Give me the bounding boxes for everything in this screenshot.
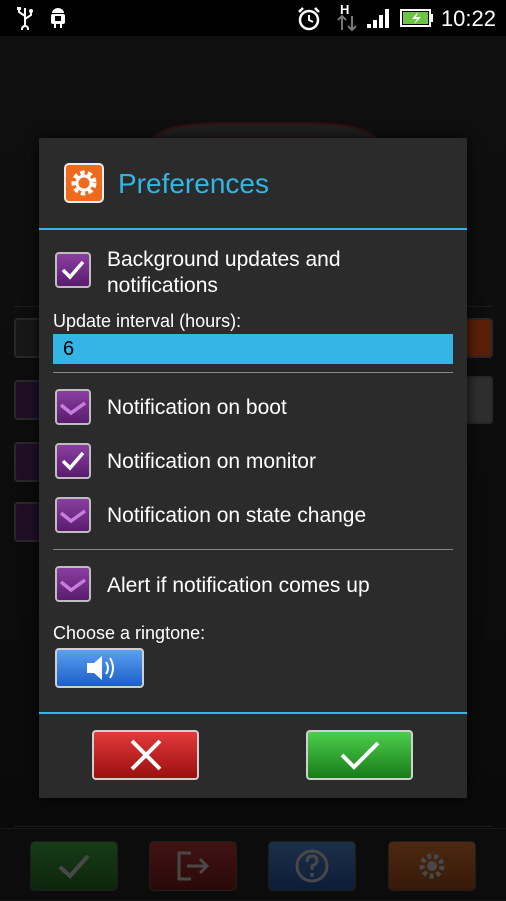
- clock: 10:22: [440, 6, 496, 31]
- status-bar: H 10:22: [0, 0, 506, 36]
- usb-icon: [14, 6, 36, 35]
- preferences-dialog: Preferences Background updates and notif…: [39, 138, 467, 798]
- check-icon: [61, 260, 85, 280]
- alert-notification-checkbox[interactable]: [55, 566, 91, 602]
- alarm-icon: [296, 6, 322, 37]
- network-type-label: H: [340, 2, 350, 17]
- background-updates-checkbox[interactable]: [55, 252, 91, 288]
- notification-state-change-label: Notification on state change: [107, 504, 367, 527]
- title-divider: [39, 228, 467, 230]
- gear-icon: [64, 163, 104, 203]
- update-interval-label: Update interval (hours):: [53, 311, 242, 331]
- check-icon: [59, 509, 87, 524]
- ringtone-label: Choose a ringtone:: [53, 623, 206, 643]
- notification-boot-label: Notification on boot: [107, 396, 287, 419]
- check-icon: [59, 401, 87, 416]
- hspa-data-icon: H: [336, 2, 358, 39]
- ringtone-button[interactable]: [55, 648, 144, 688]
- check-icon: [61, 451, 85, 471]
- speaker-icon: [87, 656, 114, 680]
- notification-state-change-checkbox[interactable]: [55, 497, 91, 533]
- background-updates-label: Background updates and notifications: [107, 248, 341, 297]
- battery-charging-icon: [400, 9, 434, 32]
- cancel-button[interactable]: [92, 730, 199, 780]
- close-icon: [130, 739, 161, 771]
- section-divider: [53, 372, 453, 373]
- alert-notification-label: Alert if notification comes up: [107, 574, 370, 597]
- check-icon: [340, 741, 379, 770]
- notification-monitor-label: Notification on monitor: [107, 450, 316, 473]
- notification-boot-checkbox[interactable]: [55, 389, 91, 425]
- check-icon: [59, 578, 87, 593]
- update-interval-input[interactable]: [53, 334, 453, 364]
- dialog-title: Preferences: [118, 168, 269, 199]
- actions-divider: [39, 712, 467, 714]
- signal-icon: [366, 6, 392, 35]
- ok-button[interactable]: [306, 730, 413, 780]
- notification-monitor-checkbox[interactable]: [55, 443, 91, 479]
- android-debug-icon: [46, 6, 70, 35]
- dialog-header: Preferences: [39, 138, 467, 228]
- section-divider: [53, 549, 453, 550]
